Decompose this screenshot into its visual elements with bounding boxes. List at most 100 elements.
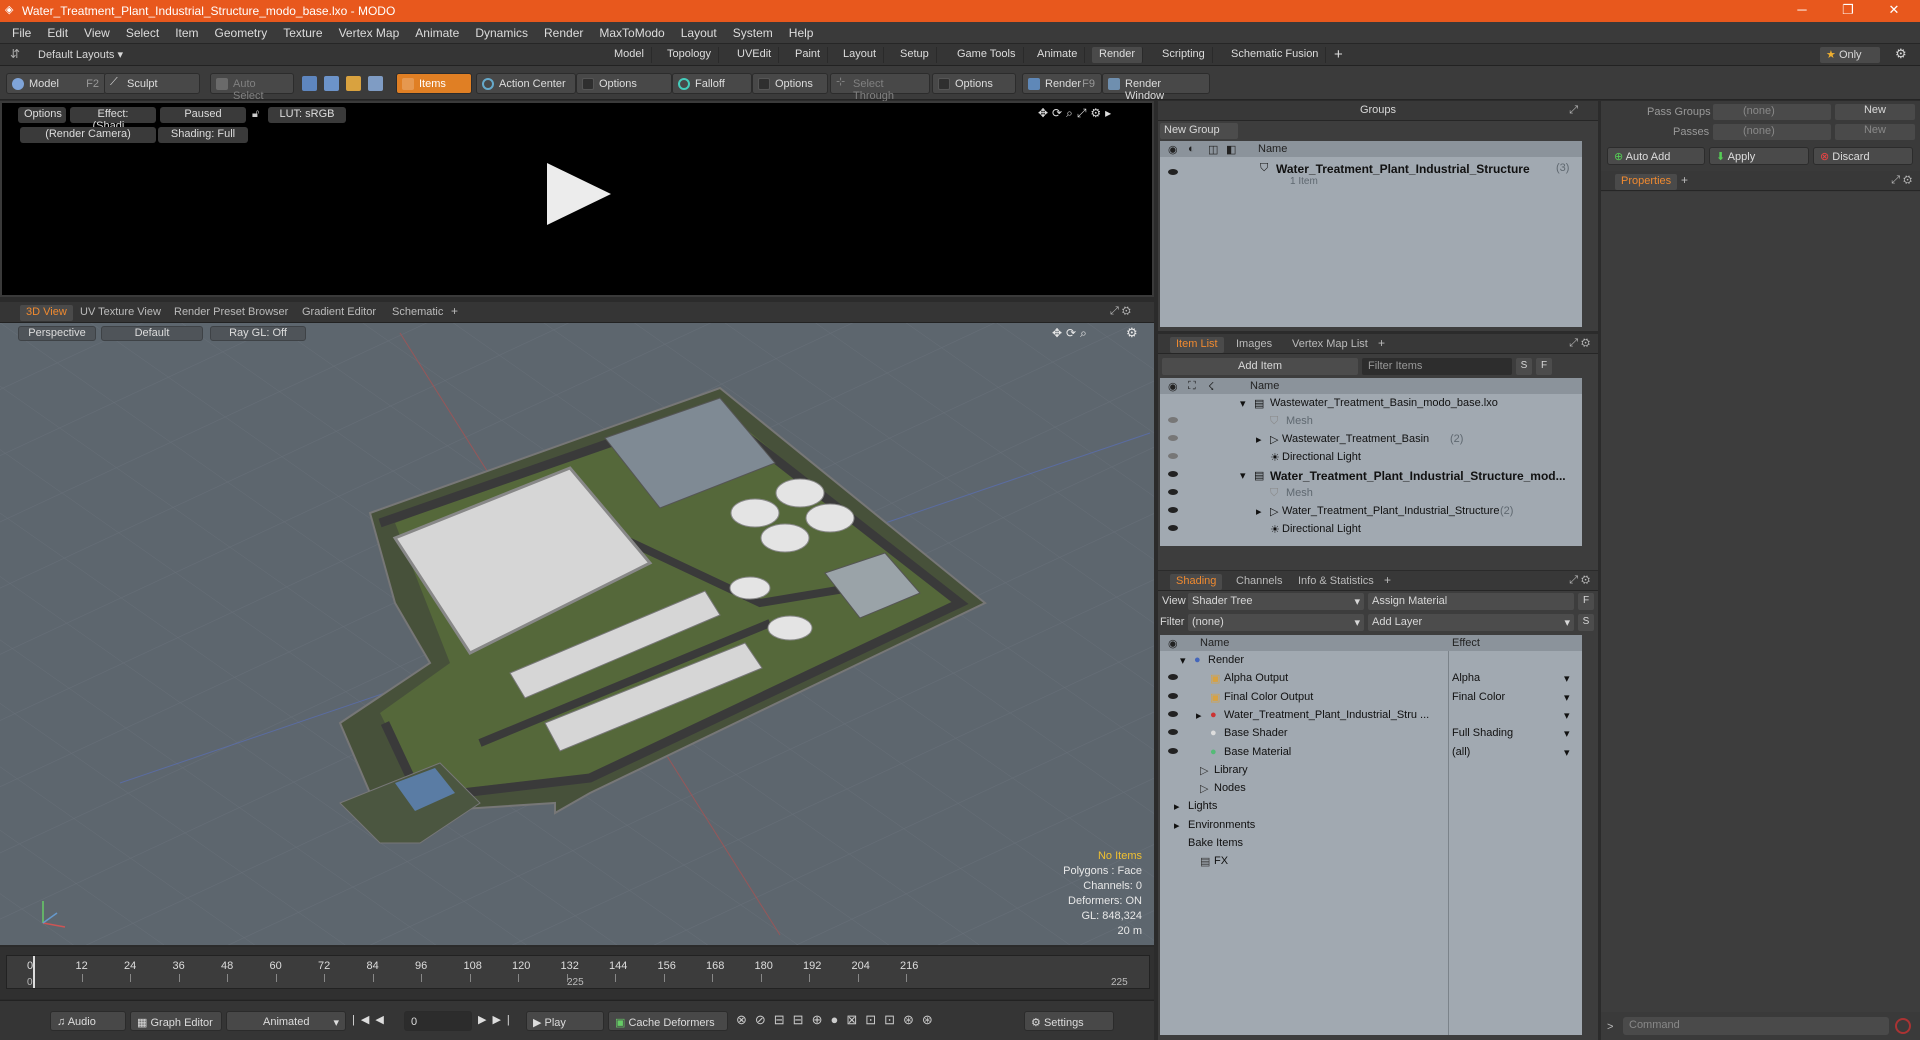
item-list-f-button[interactable]: F bbox=[1536, 358, 1552, 375]
list-item[interactable]: ▸ ▷ Wastewater_Treatment_Basin (2) bbox=[1160, 430, 1582, 448]
groups-expand-icon[interactable]: ⤢ bbox=[1569, 104, 1578, 117]
chevron-down-icon[interactable]: ▾ bbox=[1564, 746, 1570, 759]
apply-button[interactable]: ⬇ Apply bbox=[1709, 147, 1809, 165]
add-tab-icon[interactable]: + bbox=[1334, 46, 1343, 63]
options-button-3[interactable]: Options bbox=[932, 73, 1016, 94]
eye-icon[interactable] bbox=[1168, 169, 1178, 175]
render-view-nav-icons[interactable]: ✥⟳⌕⤢⚙▸ bbox=[1038, 106, 1115, 121]
menu-texture[interactable]: Texture bbox=[275, 22, 330, 40]
add-layer-dropdown[interactable]: Add Layer ▾ bbox=[1368, 614, 1574, 631]
eye-icon[interactable] bbox=[1168, 525, 1178, 531]
options-button-1[interactable]: Options bbox=[576, 73, 672, 94]
gear-icon[interactable]: ⚙ bbox=[1895, 46, 1907, 62]
graph-editor-button[interactable]: ▦ Graph Editor bbox=[130, 1011, 222, 1031]
tab-scripting[interactable]: Scripting bbox=[1155, 47, 1213, 63]
close-button[interactable]: ✕ bbox=[1874, 2, 1914, 18]
lut-dropdown[interactable]: LUT: sRGB bbox=[268, 107, 346, 123]
menu-maxtomodo[interactable]: MaxToModo bbox=[591, 22, 672, 40]
effect-dropdown[interactable]: Effect: (Shadi... bbox=[70, 107, 156, 132]
menu-help[interactable]: Help bbox=[781, 22, 822, 40]
item-list-tree[interactable]: ◉ ⛶ ☇ Name ▾ ▤ Wastewater_Treatment_Basin_… bbox=[1160, 378, 1582, 546]
tab-schematic[interactable]: Schematic bbox=[386, 305, 449, 321]
eye-icon[interactable] bbox=[1168, 417, 1178, 423]
materials-icon[interactable] bbox=[368, 76, 383, 91]
record-icon[interactable] bbox=[1895, 1018, 1911, 1034]
list-item[interactable]: ☀ Directional Light bbox=[1160, 520, 1582, 538]
eye-icon[interactable] bbox=[1168, 729, 1178, 736]
add-tab-icon[interactable]: + bbox=[1681, 173, 1688, 187]
tab-vertex-map-list[interactable]: Vertex Map List bbox=[1286, 337, 1374, 353]
menu-geometry[interactable]: Geometry bbox=[207, 22, 276, 40]
add-tab-icon[interactable]: + bbox=[1384, 573, 1391, 587]
tab-gradient-editor[interactable]: Gradient Editor bbox=[296, 305, 382, 321]
menu-dynamics[interactable]: Dynamics bbox=[467, 22, 536, 40]
shader-tree[interactable]: ◉ Name Effect ▾ ● Render ▣ Alpha Output Alpha… bbox=[1160, 635, 1582, 1035]
lock-icon[interactable]: 🔓︎ bbox=[252, 108, 259, 121]
eye-icon[interactable] bbox=[1168, 674, 1178, 681]
tab-topology[interactable]: Topology bbox=[660, 47, 720, 63]
play-icon[interactable] bbox=[547, 163, 611, 225]
tab-properties[interactable]: Properties bbox=[1615, 174, 1678, 190]
timeline-track[interactable]: 0 12 24 36 48 60 72 84 96 108 120 132 144 156 168 180 19… bbox=[6, 955, 1150, 989]
menu-layout[interactable]: Layout bbox=[673, 22, 725, 40]
chevron-right-icon[interactable]: ▸ bbox=[1174, 819, 1180, 832]
model-button[interactable]: Model F2 bbox=[6, 73, 106, 94]
timeline-cursor[interactable] bbox=[33, 956, 35, 988]
items-button[interactable]: Items bbox=[396, 73, 472, 94]
add-viewport-tab-icon[interactable]: + bbox=[451, 304, 458, 318]
sculpt-button[interactable]: ⟋ Sculpt bbox=[104, 73, 200, 94]
cache-deformers-button[interactable]: ▣ Cache Deformers bbox=[608, 1011, 728, 1031]
tab-schematic-fusion[interactable]: Schematic Fusion bbox=[1224, 47, 1327, 63]
chevron-down-icon[interactable]: ▾ bbox=[1564, 691, 1570, 704]
minimize-button[interactable]: ─ bbox=[1782, 2, 1822, 17]
chevron-right-icon[interactable]: ▸ bbox=[1174, 800, 1180, 813]
tab-render[interactable]: Render bbox=[1092, 47, 1144, 63]
tab-3d-view[interactable]: 3D View bbox=[20, 305, 73, 321]
eye-icon[interactable] bbox=[1168, 747, 1178, 754]
play-button[interactable]: ▶ Play bbox=[526, 1011, 604, 1031]
new-pass-button[interactable]: New bbox=[1835, 124, 1915, 140]
shader-tree-row[interactable]: ● Base Material (all) ▾ bbox=[1160, 743, 1582, 761]
render-button[interactable]: Render F9 bbox=[1022, 73, 1102, 94]
raygl-dropdown[interactable]: Ray GL: Off bbox=[210, 326, 306, 341]
list-item[interactable]: ⛉ Mesh bbox=[1160, 484, 1582, 502]
list-item[interactable]: ☀ Directional Light bbox=[1160, 448, 1582, 466]
maximize-button[interactable]: ❐ bbox=[1828, 2, 1868, 18]
shader-tree-row[interactable]: ▸ Lights bbox=[1160, 797, 1582, 815]
eye-icon[interactable] bbox=[1168, 471, 1178, 477]
key-tool-icons[interactable]: ⊗⊘⊟⊟⊕●⊠⊡⊡⊛⊛ bbox=[736, 1012, 941, 1028]
frame-input[interactable]: 0 bbox=[404, 1011, 472, 1031]
shader-tree-row[interactable]: ▣ Final Color Output Final Color ▾ bbox=[1160, 688, 1582, 706]
edges-icon[interactable] bbox=[324, 76, 339, 91]
list-item[interactable]: ▾ ▤ Wastewater_Treatment_Basin_modo_base.l… bbox=[1160, 394, 1582, 412]
filter-dropdown[interactable]: (none) ▾ bbox=[1188, 614, 1364, 631]
menu-system[interactable]: System bbox=[725, 22, 781, 40]
shader-row-effect[interactable]: Full Shading bbox=[1452, 727, 1513, 739]
shader-tree-row[interactable]: ▤ FX bbox=[1160, 852, 1582, 870]
menu-edit[interactable]: Edit bbox=[39, 22, 76, 40]
tab-model[interactable]: Model bbox=[607, 47, 652, 63]
expand-icon[interactable]: ⤢ ⚙ bbox=[1110, 305, 1131, 318]
menu-select[interactable]: Select bbox=[118, 22, 167, 40]
viewport-gear-icon[interactable]: ⚙ bbox=[1126, 325, 1138, 341]
shading-s-button[interactable]: S bbox=[1578, 614, 1594, 631]
tab-channels[interactable]: Channels bbox=[1230, 574, 1288, 590]
shader-tree-row[interactable]: ▷ Nodes bbox=[1160, 779, 1582, 797]
timeline[interactable]: 0 12 24 36 48 60 72 84 96 108 120 132 144 156 168 180 19… bbox=[0, 947, 1154, 999]
menu-file[interactable]: File bbox=[0, 22, 39, 40]
tab-shading[interactable]: Shading bbox=[1170, 574, 1223, 590]
list-item[interactable]: ▾ ▤ Water_Treatment_Plant_Industrial_Struc… bbox=[1160, 466, 1582, 484]
menu-animate[interactable]: Animate bbox=[407, 22, 467, 40]
transport-forward-icons[interactable]: ▶▶| bbox=[478, 1013, 516, 1026]
eye-icon[interactable] bbox=[1168, 489, 1178, 495]
tab-game-tools[interactable]: Game Tools bbox=[950, 47, 1024, 63]
menu-view[interactable]: View bbox=[76, 22, 118, 40]
add-item-dropdown[interactable]: Add Item bbox=[1162, 358, 1358, 375]
discard-button[interactable]: ⊗ Discard bbox=[1813, 147, 1913, 165]
viewport-nav-icons[interactable]: ✥⟳⌕ bbox=[1052, 326, 1091, 341]
shading-expand-icon[interactable]: ⤢ ⚙ bbox=[1569, 574, 1590, 587]
tab-uvedit[interactable]: UVEdit bbox=[730, 47, 780, 63]
new-pass-group-button[interactable]: New bbox=[1835, 104, 1915, 120]
eye-icon[interactable] bbox=[1168, 435, 1178, 441]
vertices-icon[interactable] bbox=[302, 76, 317, 91]
